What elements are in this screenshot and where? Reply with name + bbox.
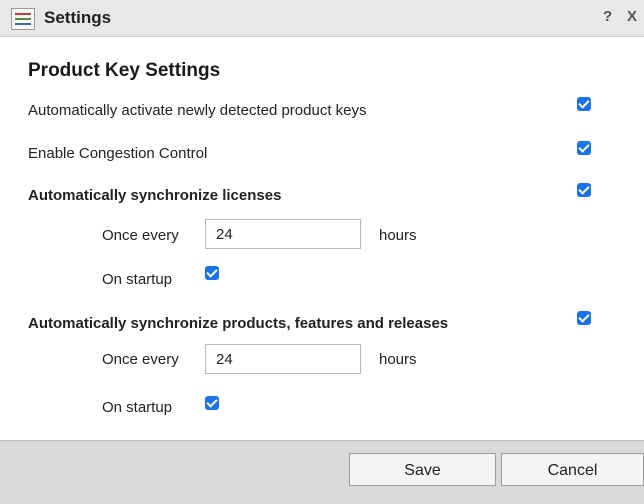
sync-products-checkbox[interactable]: [577, 311, 591, 325]
title-bar: Settings ? X: [0, 0, 644, 37]
products-interval-input[interactable]: [205, 344, 361, 374]
window-title: Settings: [44, 8, 112, 27]
settings-app-icon: [11, 8, 35, 30]
help-button[interactable]: ?: [603, 8, 612, 25]
licenses-startup-label: On startup: [102, 271, 173, 288]
products-interval-label: Once every: [102, 351, 179, 368]
section-title: Product Key Settings: [28, 60, 221, 81]
cancel-button[interactable]: Cancel: [501, 453, 644, 486]
licenses-interval-label: Once every: [102, 227, 179, 244]
licenses-startup-checkbox[interactable]: [205, 266, 219, 280]
congestion-control-checkbox[interactable]: [577, 141, 591, 155]
congestion-control-label: Enable Congestion Control: [28, 145, 208, 162]
licenses-interval-input[interactable]: [205, 219, 361, 249]
sync-licenses-label: Automatically synchronize licenses: [28, 187, 282, 204]
products-startup-label: On startup: [102, 399, 173, 416]
close-button[interactable]: X: [627, 8, 637, 25]
sync-products-label: Automatically synchronize products, feat…: [28, 315, 449, 332]
licenses-interval-unit: hours: [379, 227, 417, 244]
auto-activate-label: Automatically activate newly detected pr…: [28, 102, 367, 119]
save-button[interactable]: Save: [349, 453, 496, 486]
auto-activate-checkbox[interactable]: [577, 97, 591, 111]
products-startup-checkbox[interactable]: [205, 396, 219, 410]
sync-licenses-checkbox[interactable]: [577, 183, 591, 197]
products-interval-unit: hours: [379, 351, 417, 368]
